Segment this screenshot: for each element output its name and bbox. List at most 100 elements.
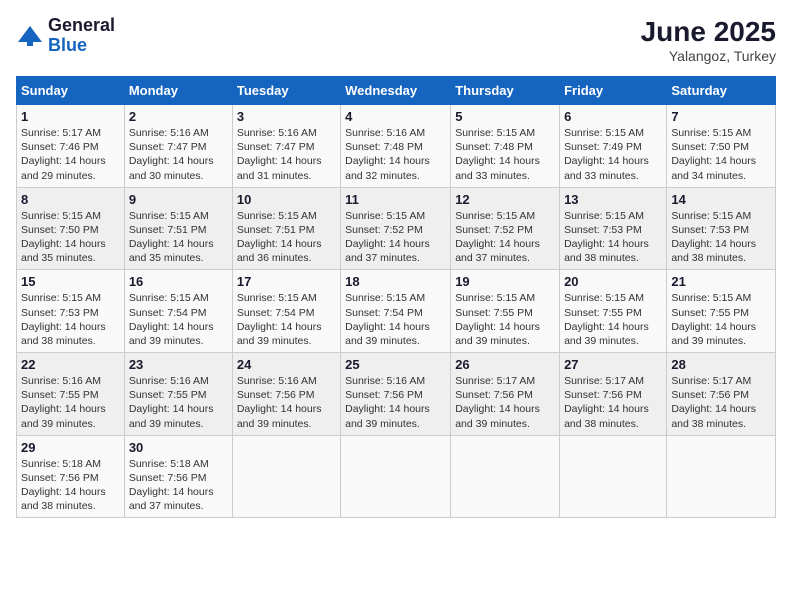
calendar-day-cell: 21 Sunrise: 5:15 AM Sunset: 7:55 PM Dayl… [667,270,776,353]
sunset-label: Sunset: 7:55 PM [21,389,99,401]
sunset-label: Sunset: 7:56 PM [671,389,749,401]
daylight-label: Daylight: 14 hours and 39 minutes. [237,403,322,429]
calendar-day-cell: 23 Sunrise: 5:16 AM Sunset: 7:55 PM Dayl… [124,353,232,436]
daylight-label: Daylight: 14 hours and 38 minutes. [671,238,756,264]
day-number: 30 [129,440,228,455]
sunset-label: Sunset: 7:50 PM [671,141,749,153]
daylight-label: Daylight: 14 hours and 32 minutes. [345,155,430,181]
sunset-label: Sunset: 7:53 PM [21,307,99,319]
sunset-label: Sunset: 7:55 PM [455,307,533,319]
calendar-day-cell: 24 Sunrise: 5:16 AM Sunset: 7:56 PM Dayl… [232,353,340,436]
sunrise-label: Sunrise: 5:16 AM [129,127,209,139]
daylight-label: Daylight: 14 hours and 31 minutes. [237,155,322,181]
sunset-label: Sunset: 7:54 PM [237,307,315,319]
daylight-label: Daylight: 14 hours and 39 minutes. [671,321,756,347]
sunrise-label: Sunrise: 5:16 AM [345,375,425,387]
day-info: Sunrise: 5:15 AM Sunset: 7:49 PM Dayligh… [564,126,662,183]
calendar-day-cell [232,435,340,518]
daylight-label: Daylight: 14 hours and 34 minutes. [671,155,756,181]
title-block: June 2025 Yalangoz, Turkey [641,16,776,64]
sunrise-label: Sunrise: 5:15 AM [455,127,535,139]
sunrise-label: Sunrise: 5:17 AM [21,127,101,139]
daylight-label: Daylight: 14 hours and 37 minutes. [345,238,430,264]
calendar-week-row: 29 Sunrise: 5:18 AM Sunset: 7:56 PM Dayl… [17,435,776,518]
day-info: Sunrise: 5:15 AM Sunset: 7:55 PM Dayligh… [671,291,771,348]
page-header: General Blue June 2025 Yalangoz, Turkey [16,16,776,64]
daylight-label: Daylight: 14 hours and 36 minutes. [237,238,322,264]
sunrise-label: Sunrise: 5:16 AM [237,127,317,139]
sunrise-label: Sunrise: 5:18 AM [21,458,101,470]
sunset-label: Sunset: 7:51 PM [237,224,315,236]
calendar-day-cell: 17 Sunrise: 5:15 AM Sunset: 7:54 PM Dayl… [232,270,340,353]
day-number: 28 [671,357,771,372]
sunrise-label: Sunrise: 5:15 AM [345,292,425,304]
daylight-label: Daylight: 14 hours and 38 minutes. [21,486,106,512]
daylight-label: Daylight: 14 hours and 30 minutes. [129,155,214,181]
sunrise-label: Sunrise: 5:16 AM [21,375,101,387]
daylight-label: Daylight: 14 hours and 39 minutes. [564,321,649,347]
sunrise-label: Sunrise: 5:15 AM [455,292,535,304]
daylight-label: Daylight: 14 hours and 39 minutes. [129,403,214,429]
daylight-label: Daylight: 14 hours and 38 minutes. [671,403,756,429]
daylight-label: Daylight: 14 hours and 39 minutes. [345,403,430,429]
sunrise-label: Sunrise: 5:15 AM [21,210,101,222]
calendar-day-cell [451,435,560,518]
calendar-day-cell: 14 Sunrise: 5:15 AM Sunset: 7:53 PM Dayl… [667,187,776,270]
sunrise-label: Sunrise: 5:15 AM [564,127,644,139]
daylight-label: Daylight: 14 hours and 39 minutes. [237,321,322,347]
calendar-day-cell: 19 Sunrise: 5:15 AM Sunset: 7:55 PM Dayl… [451,270,560,353]
day-number: 14 [671,192,771,207]
daylight-label: Daylight: 14 hours and 39 minutes. [129,321,214,347]
day-number: 25 [345,357,446,372]
day-number: 15 [21,274,120,289]
calendar-day-cell: 4 Sunrise: 5:16 AM Sunset: 7:48 PM Dayli… [341,105,451,188]
calendar-day-cell: 27 Sunrise: 5:17 AM Sunset: 7:56 PM Dayl… [560,353,667,436]
weekday-header-cell: Friday [560,77,667,105]
sunset-label: Sunset: 7:56 PM [455,389,533,401]
day-info: Sunrise: 5:16 AM Sunset: 7:48 PM Dayligh… [345,126,446,183]
weekday-header-cell: Monday [124,77,232,105]
calendar-day-cell: 29 Sunrise: 5:18 AM Sunset: 7:56 PM Dayl… [17,435,125,518]
daylight-label: Daylight: 14 hours and 37 minutes. [129,486,214,512]
weekday-header-cell: Thursday [451,77,560,105]
calendar-day-cell: 11 Sunrise: 5:15 AM Sunset: 7:52 PM Dayl… [341,187,451,270]
sunrise-label: Sunrise: 5:17 AM [455,375,535,387]
day-info: Sunrise: 5:15 AM Sunset: 7:54 PM Dayligh… [345,291,446,348]
sunset-label: Sunset: 7:56 PM [21,472,99,484]
sunset-label: Sunset: 7:52 PM [455,224,533,236]
sunrise-label: Sunrise: 5:15 AM [237,210,317,222]
weekday-header-row: SundayMondayTuesdayWednesdayThursdayFrid… [17,77,776,105]
day-info: Sunrise: 5:17 AM Sunset: 7:46 PM Dayligh… [21,126,120,183]
weekday-header-cell: Saturday [667,77,776,105]
day-info: Sunrise: 5:15 AM Sunset: 7:53 PM Dayligh… [21,291,120,348]
sunset-label: Sunset: 7:56 PM [237,389,315,401]
calendar-day-cell: 10 Sunrise: 5:15 AM Sunset: 7:51 PM Dayl… [232,187,340,270]
daylight-label: Daylight: 14 hours and 33 minutes. [455,155,540,181]
day-info: Sunrise: 5:18 AM Sunset: 7:56 PM Dayligh… [129,457,228,514]
sunrise-label: Sunrise: 5:18 AM [129,458,209,470]
day-info: Sunrise: 5:15 AM Sunset: 7:48 PM Dayligh… [455,126,555,183]
sunset-label: Sunset: 7:56 PM [129,472,207,484]
sunrise-label: Sunrise: 5:15 AM [129,292,209,304]
sunset-label: Sunset: 7:54 PM [345,307,423,319]
day-info: Sunrise: 5:16 AM Sunset: 7:47 PM Dayligh… [237,126,336,183]
sunset-label: Sunset: 7:52 PM [345,224,423,236]
sunset-label: Sunset: 7:46 PM [21,141,99,153]
calendar-week-row: 15 Sunrise: 5:15 AM Sunset: 7:53 PM Dayl… [17,270,776,353]
sunrise-label: Sunrise: 5:15 AM [671,127,751,139]
day-number: 10 [237,192,336,207]
logo-icon [16,22,44,50]
sunset-label: Sunset: 7:53 PM [564,224,642,236]
day-number: 19 [455,274,555,289]
day-info: Sunrise: 5:16 AM Sunset: 7:55 PM Dayligh… [21,374,120,431]
day-number: 11 [345,192,446,207]
calendar-body: 1 Sunrise: 5:17 AM Sunset: 7:46 PM Dayli… [17,105,776,518]
day-info: Sunrise: 5:15 AM Sunset: 7:55 PM Dayligh… [564,291,662,348]
sunset-label: Sunset: 7:51 PM [129,224,207,236]
day-number: 17 [237,274,336,289]
sunset-label: Sunset: 7:49 PM [564,141,642,153]
day-number: 7 [671,109,771,124]
sunrise-label: Sunrise: 5:16 AM [129,375,209,387]
sunrise-label: Sunrise: 5:15 AM [671,292,751,304]
sunrise-label: Sunrise: 5:15 AM [671,210,751,222]
